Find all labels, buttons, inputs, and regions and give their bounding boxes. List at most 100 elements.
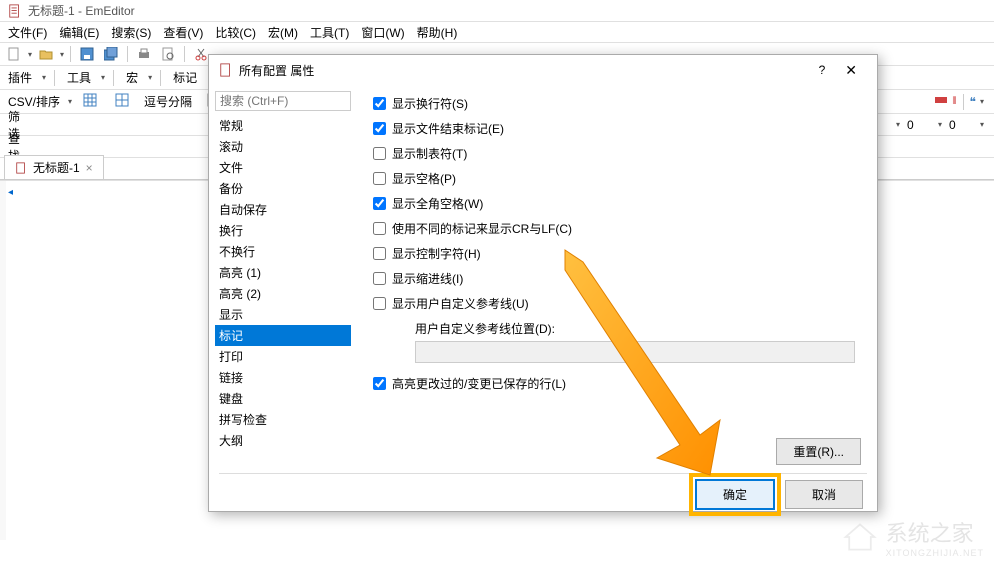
save-button[interactable] (77, 45, 97, 63)
category-item[interactable]: 自动保存 (215, 199, 351, 220)
reset-button[interactable]: 重置(R)... (776, 438, 861, 465)
menu-compare[interactable]: 比较(C) (215, 24, 256, 41)
chevron-down-icon[interactable]: ▾ (980, 120, 984, 129)
separator (184, 46, 185, 62)
category-list[interactable]: 常规滚动文件备份自动保存换行不换行高亮 (1)高亮 (2)显示标记打印链接键盘拼… (215, 115, 351, 451)
new-file-button[interactable] (4, 45, 24, 63)
guide-pos-input[interactable] (415, 341, 855, 363)
category-item[interactable]: 标记 (215, 325, 351, 346)
app-icon (8, 4, 22, 18)
chevron-down-icon[interactable]: ▾ (938, 120, 942, 129)
chevron-down-icon[interactable]: ▾ (101, 73, 105, 82)
category-item[interactable]: 备份 (215, 178, 351, 199)
tab-close-button[interactable]: × (86, 161, 93, 175)
quote-icon[interactable]: ❝ (970, 95, 976, 109)
chevron-down-icon[interactable]: ▾ (896, 120, 900, 129)
category-item[interactable]: 换行 (215, 220, 351, 241)
watermark: 系统之家 XITONGZHIJIA.NET (842, 516, 984, 558)
markers-label[interactable]: 标记 (169, 69, 201, 86)
macro-label[interactable]: 宏 (122, 69, 142, 86)
dialog-footer: 确定 取消 (209, 474, 877, 514)
document-icon (15, 162, 27, 174)
category-panel: 常规滚动文件备份自动保存换行不换行高亮 (1)高亮 (2)显示标记打印链接键盘拼… (209, 85, 357, 473)
category-item[interactable]: 显示 (215, 304, 351, 325)
chevron-down-icon[interactable]: ▾ (148, 73, 152, 82)
separator (127, 46, 128, 62)
cancel-button[interactable]: 取消 (785, 480, 863, 509)
close-button[interactable]: ✕ (835, 62, 867, 79)
plugins-label[interactable]: 插件 (4, 69, 36, 86)
show-newline-checkbox[interactable]: 显示换行符(S) (373, 95, 861, 112)
dialog-icon (219, 63, 233, 77)
chevron-down-icon[interactable]: ▾ (980, 97, 984, 106)
menu-bar: 文件(F) 编辑(E) 搜索(S) 查看(V) 比较(C) 宏(M) 工具(T)… (0, 22, 994, 42)
ruler-icon[interactable] (934, 93, 948, 110)
menu-tools[interactable]: 工具(T) (310, 24, 349, 41)
open-file-button[interactable] (36, 45, 56, 63)
category-item[interactable]: 不换行 (215, 241, 351, 262)
menu-help[interactable]: 帮助(H) (417, 24, 458, 41)
window-title: 无标题-1 - EmEditor (28, 2, 135, 19)
category-item[interactable]: 链接 (215, 367, 351, 388)
show-eof-checkbox[interactable]: 显示文件结束标记(E) (373, 120, 861, 137)
csv-grid2-button[interactable] (108, 90, 136, 113)
show-space-checkbox[interactable]: 显示空格(P) (373, 170, 861, 187)
dialog-title: 所有配置 属性 (239, 62, 809, 79)
category-item[interactable]: 高亮 (1) (215, 262, 351, 283)
filter-num2[interactable] (946, 116, 976, 134)
category-item[interactable]: 常规 (215, 115, 351, 136)
watermark-sub: XITONGZHIJIA.NET (886, 548, 984, 558)
house-icon (842, 519, 878, 555)
watermark-text: 系统之家 (886, 516, 984, 548)
eof-marker: ◂ (8, 187, 13, 198)
options-panel: 显示换行符(S) 显示文件结束标记(E) 显示制表符(T) 显示空格(P) 显示… (357, 85, 877, 473)
category-item[interactable]: 滚动 (215, 136, 351, 157)
show-indent-checkbox[interactable]: 显示缩进线(I) (373, 270, 861, 287)
category-item[interactable]: 打印 (215, 346, 351, 367)
guide-pos-label: 用户自定义参考线位置(D): (415, 320, 861, 337)
tools-label[interactable]: 工具 (63, 69, 95, 86)
csv-grid-button[interactable] (76, 90, 104, 113)
ok-button[interactable]: 确定 (695, 479, 775, 510)
properties-dialog: 所有配置 属性 ? ✕ 常规滚动文件备份自动保存换行不换行高亮 (1)高亮 (2… (208, 54, 878, 512)
separator (160, 70, 161, 86)
save-all-button[interactable] (101, 45, 121, 63)
category-item[interactable]: 文件 (215, 157, 351, 178)
print-button[interactable] (134, 45, 154, 63)
comma-sep-button[interactable]: 逗号分隔 (140, 93, 196, 110)
help-button[interactable]: ? (809, 63, 836, 77)
separator (70, 46, 71, 62)
separator (113, 70, 114, 86)
category-item[interactable]: 大纲 (215, 430, 351, 451)
filter-num1[interactable] (904, 116, 934, 134)
separator (54, 70, 55, 86)
open-file-dropdown[interactable]: ▾ (60, 50, 64, 59)
menu-window[interactable]: 窗口(W) (361, 24, 404, 41)
dialog-titlebar: 所有配置 属性 ? ✕ (209, 55, 877, 85)
tab-title: 无标题-1 (33, 159, 80, 176)
category-item[interactable]: 键盘 (215, 388, 351, 409)
show-ctrl-checkbox[interactable]: 显示控制字符(H) (373, 245, 861, 262)
chevron-down-icon[interactable]: ▾ (42, 73, 46, 82)
category-item[interactable]: 高亮 (2) (215, 283, 351, 304)
menu-view[interactable]: 查看(V) (163, 24, 203, 41)
menu-search[interactable]: 搜索(S) (111, 24, 151, 41)
diff-crlf-checkbox[interactable]: 使用不同的标记来显示CR与LF(C) (373, 220, 861, 237)
print-preview-button[interactable] (158, 45, 178, 63)
separator (963, 94, 964, 110)
category-search-input[interactable] (215, 91, 351, 111)
new-file-dropdown[interactable]: ▾ (28, 50, 32, 59)
title-bar: 无标题-1 - EmEditor (0, 0, 994, 22)
menu-file[interactable]: 文件(F) (8, 24, 47, 41)
show-tab-checkbox[interactable]: 显示制表符(T) (373, 145, 861, 162)
gutter (0, 181, 6, 540)
menu-edit[interactable]: 编辑(E) (59, 24, 99, 41)
menu-macro[interactable]: 宏(M) (268, 24, 298, 41)
document-tab[interactable]: 无标题-1 × (4, 155, 104, 179)
columns-icon[interactable]: ⫴ (952, 96, 956, 107)
chevron-down-icon[interactable]: ▾ (68, 97, 72, 106)
show-user-guide-checkbox[interactable]: 显示用户自定义参考线(U) (373, 295, 861, 312)
show-fullwidth-space-checkbox[interactable]: 显示全角空格(W) (373, 195, 861, 212)
category-item[interactable]: 拼写检查 (215, 409, 351, 430)
highlight-changed-checkbox[interactable]: 高亮更改过的/变更已保存的行(L) (373, 375, 861, 392)
